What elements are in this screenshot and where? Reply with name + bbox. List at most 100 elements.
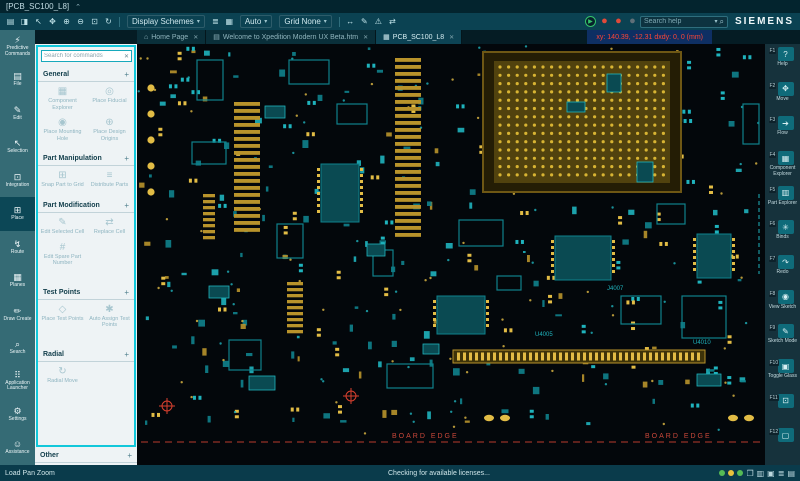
panel-layout-icon[interactable]: ▤ (787, 469, 795, 478)
fkey-f7[interactable]: F7 ↷ Redo (765, 255, 800, 290)
expand-icon[interactable]: + (124, 288, 129, 297)
cmd-place-design-origins[interactable]: ⊕ Place Design Origins (86, 115, 133, 146)
sidebar-item-file[interactable]: ▤ File (0, 63, 35, 96)
panel-layout-icon[interactable]: ≣ (778, 469, 785, 478)
layers-icon[interactable]: ≣ (209, 17, 222, 26)
grid-dropdown[interactable]: Grid None ▾ (279, 15, 331, 28)
fkey-f4-tile[interactable]: F4 ▦ (778, 151, 794, 165)
display-schemes-dropdown[interactable]: Display Schemes ▾ (127, 15, 205, 28)
cmd-auto-assign-test-points[interactable]: ✱ Auto Assign Test Points (86, 302, 133, 333)
section-header[interactable]: Test Points + (38, 287, 134, 300)
redraw-icon[interactable]: ↻ (102, 17, 115, 26)
expand-icon[interactable]: + (124, 154, 129, 163)
fkey-f6-tile[interactable]: F6 ✳ (778, 220, 794, 234)
fkey-f5[interactable]: F5 ▥ Part Explorer (765, 186, 800, 221)
fkey-f5-tile[interactable]: F5 ▥ (778, 186, 794, 200)
fkey-f7-tile[interactable]: F7 ↷ (778, 255, 794, 269)
cmd-radial-move[interactable]: ↻ Radial Move (39, 364, 86, 389)
section-header[interactable]: General + (38, 69, 134, 82)
fkey-f4[interactable]: F4 ▦ Component Explorer (765, 151, 800, 186)
pin-icon[interactable]: ⌖ (134, 51, 136, 61)
section-header[interactable]: Part Modification + (38, 200, 134, 213)
expand-icon[interactable]: + (124, 201, 129, 210)
help-search[interactable]: ▾ ⌕ (640, 16, 728, 28)
cmd-edit-spare-part-number[interactable]: # Edit Spare Part Number (39, 240, 86, 271)
measure-icon[interactable]: ↔ (344, 17, 357, 26)
cmd-place-test-points[interactable]: ◇ Place Test Points (39, 302, 86, 333)
sidebar-item-application-launcher[interactable]: ⠿ Application Launcher (0, 365, 35, 398)
fkey-f12-tile[interactable]: F12 ▢ (778, 428, 794, 442)
fkey-f2-tile[interactable]: F2 ✥ (778, 82, 794, 96)
expand-icon[interactable]: + (127, 451, 132, 460)
close-icon[interactable]: ✕ (449, 34, 454, 41)
sidebar-item-planes[interactable]: ▦ Planes (0, 264, 35, 297)
cmd-place-fiducial[interactable]: ◎ Place Fiducial (86, 84, 133, 115)
cmd-replace-cell[interactable]: ⇄ Replace Cell (86, 215, 133, 240)
sidebar-item-assistance[interactable]: ☺ Assistance (0, 432, 35, 465)
pan-icon[interactable]: ✥ (46, 17, 59, 26)
fkey-f6[interactable]: F6 ✳ Binds (765, 220, 800, 255)
zoom-fit-icon[interactable]: ⊡ (88, 17, 101, 26)
sidebar-item-settings[interactable]: ⚙ Settings (0, 398, 35, 431)
fkey-f2[interactable]: F2 ✥ Move (765, 82, 800, 117)
cmd-component-explorer[interactable]: ▦ Component Explorer (39, 84, 86, 115)
collapse-caret-icon[interactable]: ⌃ (75, 3, 81, 11)
close-icon[interactable]: ✕ (193, 34, 198, 41)
fkey-f1-tile[interactable]: F1 ? (778, 47, 794, 61)
grid-toggle-icon[interactable]: ▦ (223, 17, 236, 26)
tab-welcome[interactable]: ▤ Welcome to Xpedition Modern UX Beta.ht… (206, 30, 376, 44)
stop-icon[interactable]: ● (613, 16, 624, 27)
cmd-snap-part-to-grid[interactable]: ⊞ Snap Part to Grid (39, 168, 86, 193)
expand-icon[interactable]: + (124, 350, 129, 359)
sidebar-item-search[interactable]: ⌕ Search (0, 331, 35, 364)
panel-layout-icon[interactable]: ▣ (767, 469, 775, 478)
auto-dropdown[interactable]: Auto ▾ (240, 15, 272, 28)
cmd-distribute-parts[interactable]: ≡ Distribute Parts (86, 168, 133, 193)
sidebar-item-predictive-commands[interactable]: ⚡ Predictive Commands (0, 30, 35, 63)
fkey-f9[interactable]: F9 ✎ Sketch Mode (765, 324, 800, 359)
pcb-canvas[interactable]: BOARD EDGEBOARD EDGEU4005U4010J4007 (137, 44, 765, 465)
fkey-f11[interactable]: F11 ⊡ (765, 394, 800, 429)
panel-layout-icon[interactable]: ▥ (757, 469, 765, 478)
swap-icon[interactable]: ⇄ (386, 17, 399, 26)
cmd-place-mounting-hole[interactable]: ◉ Place Mounting Hole (39, 115, 86, 146)
help-search-input[interactable] (644, 18, 713, 25)
chevron-down-icon[interactable]: ▾ (714, 18, 717, 25)
pause-icon[interactable]: ● (627, 16, 638, 27)
expand-icon[interactable]: + (124, 70, 129, 79)
fkey-f3[interactable]: F3 ➔ Flow (765, 116, 800, 151)
sidebar-item-edit[interactable]: ✎ Edit (0, 97, 35, 130)
fkey-f10-tile[interactable]: F10 ▣ (778, 359, 794, 373)
tab-home-page[interactable]: ⌂ Home Page ✕ (137, 30, 206, 44)
section-header[interactable]: Part Manipulation + (38, 153, 134, 166)
sidebar-item-integration[interactable]: ⊡ Integration (0, 164, 35, 197)
record-icon[interactable]: ● (599, 16, 610, 27)
section-header[interactable]: Radial + (38, 349, 134, 362)
section-header[interactable]: Other + (35, 450, 137, 463)
sidebar-item-place[interactable]: ⊞ Place (0, 197, 35, 230)
clear-icon[interactable]: ✕ (124, 53, 129, 60)
pcb-viewport[interactable]: BOARD EDGEBOARD EDGEU4005U4010J4007 (137, 44, 765, 465)
panel-layout-icon[interactable]: ❐ (746, 469, 753, 478)
sidebar-item-draw-create[interactable]: ✏ Draw Create (0, 298, 35, 331)
open-icon[interactable]: ▤ (4, 17, 17, 26)
fkey-f8[interactable]: F8 ◉ View Sketch (765, 290, 800, 325)
annotate-icon[interactable]: ✎ (358, 17, 371, 26)
fkey-f12[interactable]: F12 ▢ (765, 428, 800, 463)
fkey-f10[interactable]: F10 ▣ Toggle Glass (765, 359, 800, 394)
select-cursor-icon[interactable]: ↖ (32, 17, 45, 26)
command-search[interactable]: ✕ (41, 50, 132, 62)
tab-pcb-design[interactable]: ▦ PCB_SC100_L8 ✕ (376, 30, 462, 44)
command-search-input[interactable] (44, 53, 122, 59)
cmd-edit-selected-cell[interactable]: ✎ Edit Selected Cell (39, 215, 86, 240)
fkey-f3-tile[interactable]: F3 ➔ (778, 116, 794, 130)
close-icon[interactable]: ✕ (363, 34, 368, 41)
fkey-f8-tile[interactable]: F8 ◉ (778, 290, 794, 304)
fkey-f9-tile[interactable]: F9 ✎ (778, 324, 794, 338)
sidebar-item-selection[interactable]: ↖ Selection (0, 130, 35, 163)
fkey-f11-tile[interactable]: F11 ⊡ (778, 394, 794, 408)
fkey-f1[interactable]: F1 ? Help (765, 47, 800, 82)
drc-warning-icon[interactable]: ⚠ (372, 17, 385, 26)
save-icon[interactable]: ◨ (18, 17, 31, 26)
zoom-out-icon[interactable]: ⊖ (74, 17, 87, 26)
